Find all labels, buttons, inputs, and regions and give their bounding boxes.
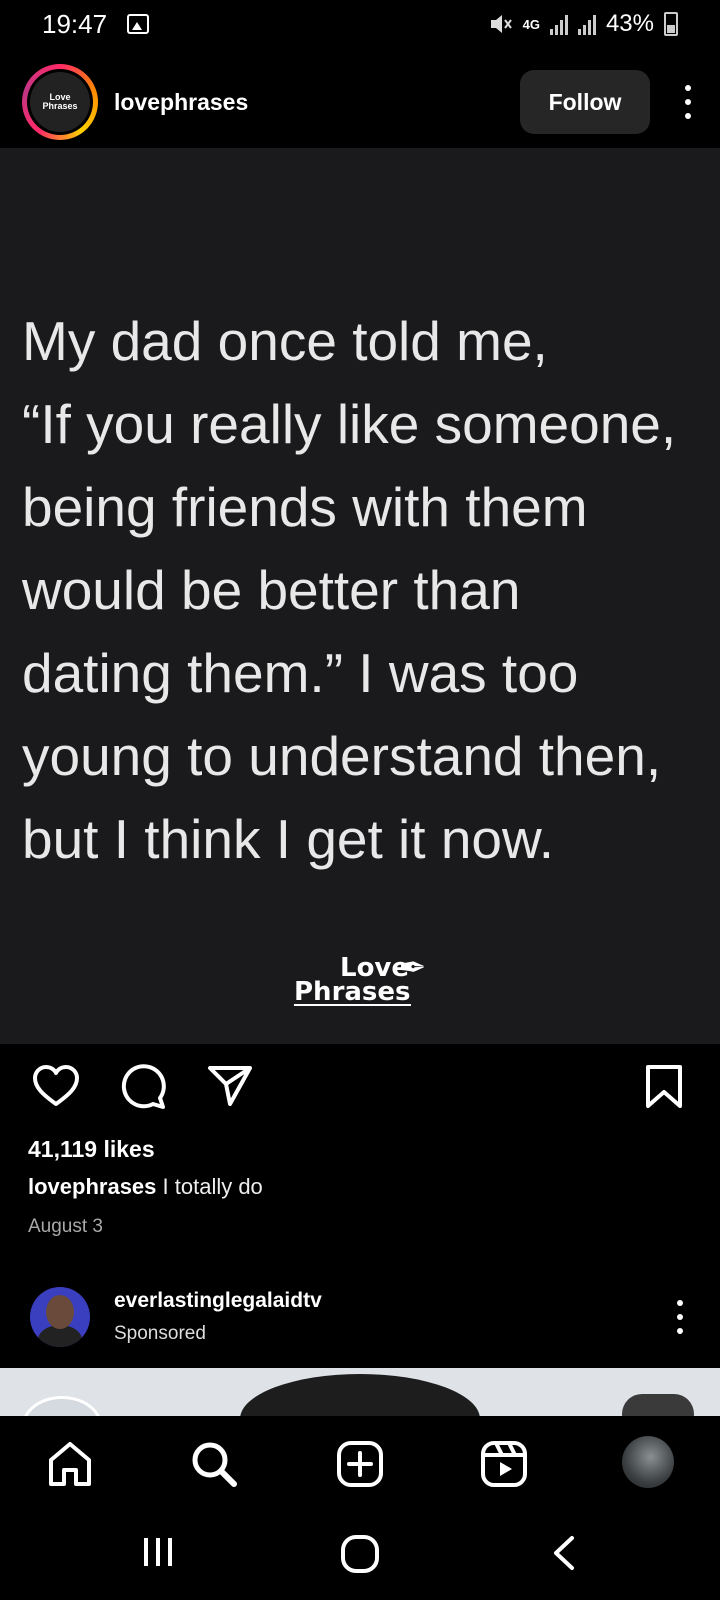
follow-button[interactable]: Follow bbox=[520, 70, 650, 134]
status-time: 19:47 bbox=[42, 8, 108, 39]
ad-photo-subject bbox=[240, 1374, 480, 1416]
post-caption: lovephrases I totally do bbox=[28, 1174, 263, 1200]
more-options-icon[interactable] bbox=[678, 85, 698, 119]
home-button-icon[interactable] bbox=[340, 1534, 380, 1574]
system-navigation bbox=[0, 1512, 720, 1600]
gallery-notification-icon bbox=[127, 14, 150, 34]
sponsored-post-header: everlastinglegalaidtv Sponsored bbox=[0, 1282, 720, 1352]
caption-username[interactable]: lovephrases bbox=[28, 1174, 156, 1199]
status-bar: 19:47 4G 43% bbox=[0, 0, 720, 48]
feather-icon: ✒ bbox=[398, 948, 427, 988]
network-type: 4G bbox=[522, 16, 540, 32]
signal-icon-2 bbox=[577, 13, 596, 35]
brand-watermark: Love Phrases ✒ bbox=[294, 948, 427, 1007]
likes-count[interactable]: 41,119 likes bbox=[28, 1136, 155, 1163]
carousel-counter-badge bbox=[622, 1394, 694, 1416]
bottom-navigation bbox=[0, 1416, 720, 1512]
caption-text: I totally do bbox=[156, 1174, 263, 1199]
recent-apps-icon[interactable] bbox=[140, 1534, 176, 1570]
ad-logo bbox=[22, 1396, 102, 1416]
add-icon[interactable] bbox=[336, 1440, 384, 1488]
more-options-icon[interactable] bbox=[670, 1300, 690, 1334]
send-icon[interactable] bbox=[206, 1064, 254, 1108]
sponsor-avatar[interactable] bbox=[30, 1287, 90, 1347]
post-date: August 3 bbox=[28, 1216, 103, 1237]
sponsored-label: Sponsored bbox=[114, 1323, 206, 1344]
profile-avatar[interactable] bbox=[622, 1436, 674, 1488]
bookmark-icon[interactable] bbox=[644, 1064, 684, 1110]
post-header: Love Phrases lovephrases Follow bbox=[0, 60, 720, 144]
status-indicators: 4G 43% bbox=[489, 10, 678, 38]
search-icon[interactable] bbox=[190, 1440, 238, 1488]
signal-icon bbox=[549, 13, 568, 35]
author-username[interactable]: lovephrases bbox=[114, 89, 248, 116]
battery-icon bbox=[664, 12, 678, 36]
post-image[interactable]: My dad once told me, “If you really like… bbox=[0, 148, 720, 1044]
comment-icon[interactable] bbox=[120, 1064, 168, 1110]
post-actions bbox=[0, 1064, 720, 1124]
sponsor-username[interactable]: everlastinglegalaidtv bbox=[114, 1289, 322, 1313]
back-icon[interactable] bbox=[548, 1534, 578, 1572]
home-icon[interactable] bbox=[46, 1440, 94, 1488]
heart-icon[interactable] bbox=[32, 1064, 80, 1108]
avatar-logo: Love Phrases bbox=[30, 72, 90, 132]
quote-text: My dad once told me, “If you really like… bbox=[22, 310, 677, 870]
sponsored-post-image[interactable] bbox=[0, 1368, 720, 1416]
author-avatar[interactable]: Love Phrases bbox=[22, 64, 98, 140]
mute-icon bbox=[490, 15, 512, 33]
battery-percent: 43% bbox=[605, 10, 654, 37]
reels-icon[interactable] bbox=[480, 1440, 528, 1488]
